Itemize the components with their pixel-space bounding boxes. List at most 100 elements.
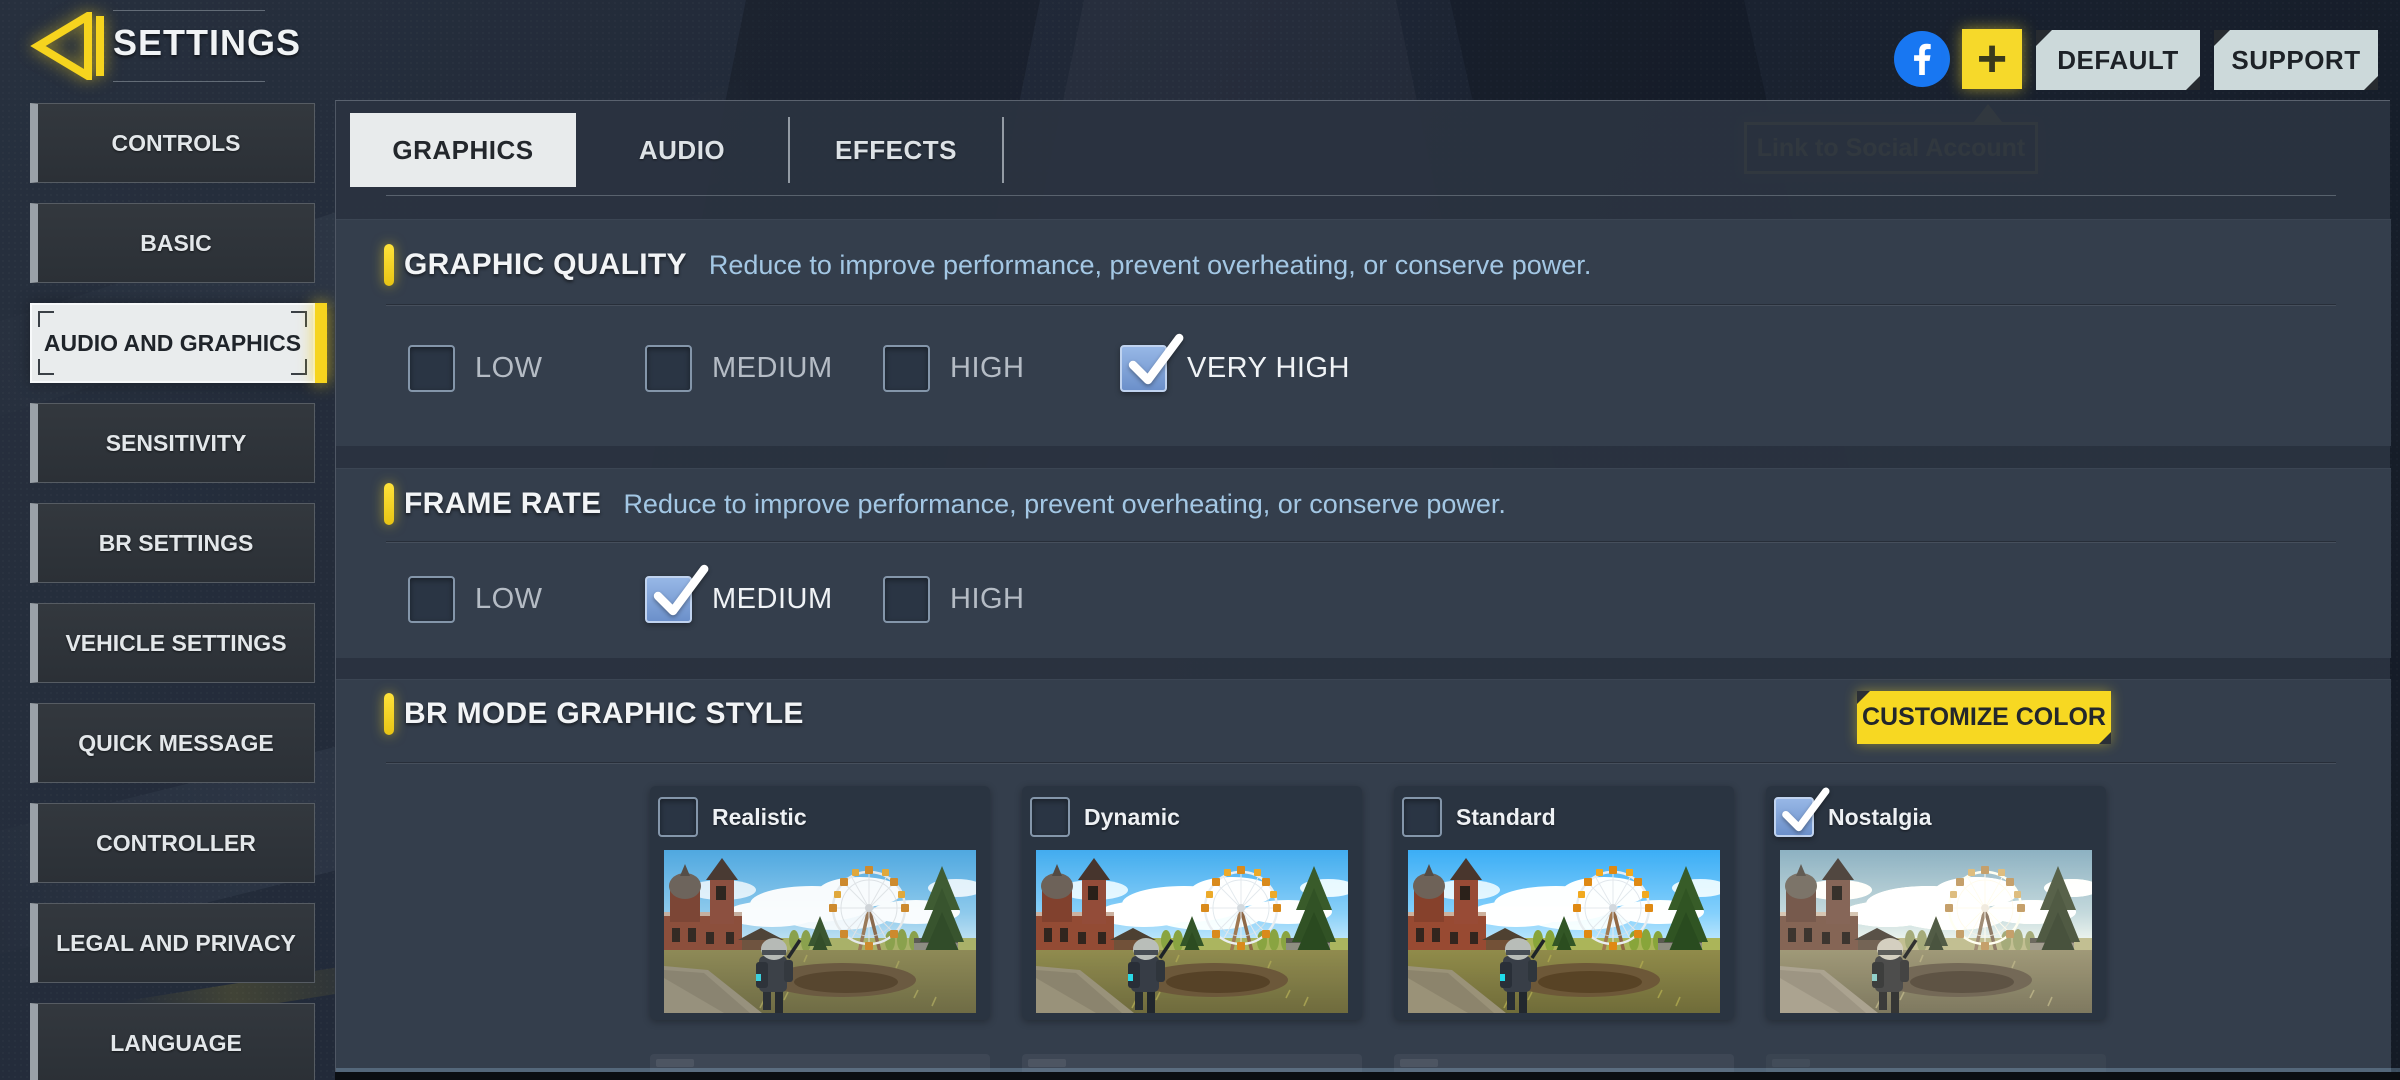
tab-separator — [1002, 117, 1004, 183]
option-graphic-quality-very-high[interactable]: VERY HIGH — [1120, 333, 1350, 392]
sidebar-item-label: AUDIO AND GRAPHICS — [43, 329, 302, 356]
option-label: HIGH — [950, 583, 1025, 615]
checkbox — [1120, 333, 1184, 392]
checkbox — [645, 564, 709, 623]
option-label: VERY HIGH — [1187, 352, 1350, 384]
add-social-account-button[interactable]: + — [1962, 29, 2022, 89]
settings-sidebar: CONTROLS BASIC AUDIO AND GRAPHICS SENSIT… — [30, 103, 327, 1080]
section-divider — [386, 763, 2336, 764]
sidebar-item-label: LEGAL AND PRIVACY — [56, 929, 296, 956]
header: SETTINGS — [113, 10, 300, 82]
tab-graphics[interactable]: GRAPHICS — [350, 113, 576, 187]
section-graphic-quality: GRAPHIC QUALITY Reduce to improve perfor… — [336, 219, 2391, 446]
option-label: LOW — [475, 583, 543, 615]
option-graphic-quality-high[interactable]: HIGH — [883, 345, 1025, 392]
style-card-standard[interactable]: Standard — [1394, 786, 1734, 1020]
sidebar-item-controls[interactable]: CONTROLS — [30, 103, 315, 183]
title-rule-bottom — [113, 81, 265, 82]
settings-screen: SETTINGS CONTROLS BASIC AUDIO AND GRAPHI… — [0, 0, 2400, 1080]
checkbox — [658, 797, 698, 837]
plus-icon: + — [1976, 30, 2008, 88]
section-divider — [386, 305, 2336, 306]
sidebar-item-label: VEHICLE SETTINGS — [65, 629, 287, 656]
back-button[interactable] — [30, 8, 108, 84]
option-label: LOW — [475, 352, 543, 384]
section-title: BR MODE GRAPHIC STYLE — [404, 697, 804, 730]
style-preview-image — [664, 850, 976, 1013]
tab-effects[interactable]: EFFECTS — [790, 113, 1002, 187]
section-title: GRAPHIC QUALITY — [404, 248, 687, 281]
section-description: Reduce to improve performance, prevent o… — [708, 249, 1592, 280]
br-style-preview-scene — [1408, 850, 1720, 1013]
corner-bracket — [38, 311, 54, 327]
style-card-nostalgia[interactable]: Nostalgia — [1766, 786, 2106, 1020]
section-br-mode-graphic-style: BR MODE GRAPHIC STYLE CUSTOMIZE COLOR Re… — [336, 679, 2391, 1080]
tab-label: EFFECTS — [835, 134, 957, 165]
corner-bracket — [291, 359, 307, 375]
facebook-icon — [1914, 43, 1931, 76]
screen-bottom-edge — [335, 1072, 2400, 1080]
sidebar-item-legal-and-privacy[interactable]: LEGAL AND PRIVACY — [30, 903, 315, 983]
tab-bar: GRAPHICS AUDIO EFFECTS — [350, 113, 1004, 187]
br-style-preview-scene — [1036, 850, 1348, 1013]
checkbox — [408, 576, 455, 623]
sidebar-item-label: CONTROLLER — [96, 829, 256, 856]
style-card-realistic[interactable]: Realistic — [650, 786, 990, 1020]
sidebar-item-label: BASIC — [140, 229, 212, 256]
checkbox — [1030, 797, 1070, 837]
br-style-cards: Realistic Dynamic Standard Nostalgia — [650, 786, 2106, 1020]
sidebar-item-audio-and-graphics[interactable]: AUDIO AND GRAPHICS — [30, 303, 327, 383]
option-frame-rate-medium[interactable]: MEDIUM — [645, 564, 833, 623]
sidebar-item-controller[interactable]: CONTROLLER — [30, 803, 315, 883]
checkbox — [408, 345, 455, 392]
style-preview-image — [1036, 850, 1348, 1013]
br-style-preview-scene — [664, 850, 976, 1013]
section-divider — [386, 542, 2336, 543]
option-label: MEDIUM — [712, 583, 833, 615]
page-title: SETTINGS — [113, 22, 302, 63]
default-button[interactable]: DEFAULT — [2036, 30, 2200, 90]
back-arrow-icon — [30, 8, 104, 84]
section-description: Reduce to improve performance, prevent o… — [623, 488, 1506, 519]
option-label: HIGH — [950, 352, 1025, 384]
option-graphic-quality-low[interactable]: LOW — [408, 345, 543, 392]
sidebar-item-label: LANGUAGE — [110, 1029, 242, 1056]
style-card-dynamic[interactable]: Dynamic — [1022, 786, 1362, 1020]
sidebar-item-sensitivity[interactable]: SENSITIVITY — [30, 403, 315, 483]
style-preview-image — [1780, 850, 2092, 1013]
sidebar-item-label: SENSITIVITY — [105, 429, 247, 456]
section-marker — [384, 693, 394, 735]
tab-audio[interactable]: AUDIO — [576, 113, 788, 187]
option-graphic-quality-medium[interactable]: MEDIUM — [645, 345, 833, 392]
selected-indicator-bar — [315, 303, 327, 383]
title-rule-top — [113, 10, 265, 11]
sidebar-item-language[interactable]: LANGUAGE — [30, 1003, 315, 1080]
section-title: FRAME RATE — [404, 487, 602, 520]
support-button[interactable]: SUPPORT — [2214, 30, 2378, 90]
checkbox — [1402, 797, 1442, 837]
style-card-label: Standard — [1456, 803, 1556, 830]
sidebar-item-vehicle-settings[interactable]: VEHICLE SETTINGS — [30, 603, 315, 683]
tab-label: GRAPHICS — [392, 134, 534, 165]
section-frame-rate: FRAME RATE Reduce to improve performance… — [336, 468, 2391, 658]
checkbox — [883, 576, 930, 623]
corner-bracket — [38, 359, 54, 375]
sidebar-item-label: CONTROLS — [111, 129, 241, 156]
style-card-label: Realistic — [712, 803, 807, 830]
facebook-link-button[interactable] — [1894, 31, 1950, 87]
section-marker — [384, 483, 394, 525]
default-button-label: DEFAULT — [2057, 44, 2179, 75]
option-frame-rate-high[interactable]: HIGH — [883, 576, 1025, 623]
sidebar-item-quick-message[interactable]: QUICK MESSAGE — [30, 703, 315, 783]
customize-color-button[interactable]: CUSTOMIZE COLOR — [1857, 691, 2111, 744]
tab-underline — [386, 195, 2336, 196]
sidebar-item-label: BR SETTINGS — [98, 529, 254, 556]
sidebar-item-br-settings[interactable]: BR SETTINGS — [30, 503, 315, 583]
option-frame-rate-low[interactable]: LOW — [408, 576, 543, 623]
checkbox — [1774, 787, 1830, 837]
tab-label: AUDIO — [638, 134, 726, 165]
checkbox — [645, 345, 692, 392]
sidebar-item-basic[interactable]: BASIC — [30, 203, 315, 283]
support-button-label: SUPPORT — [2231, 44, 2361, 75]
section-marker — [384, 244, 394, 286]
